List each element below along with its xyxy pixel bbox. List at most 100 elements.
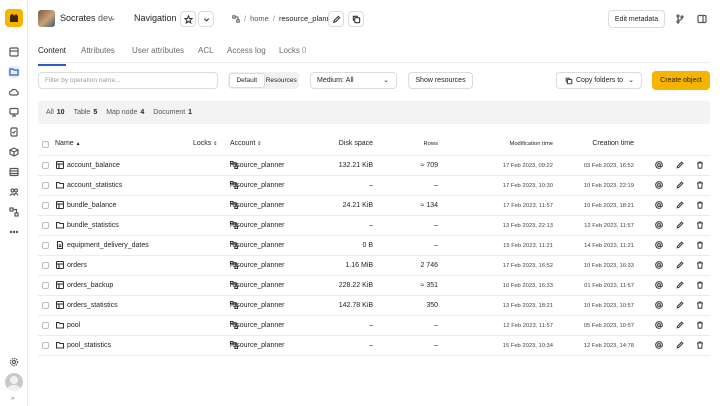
- row-account[interactable]: resource_planner: [230, 162, 284, 169]
- tab-acl[interactable]: ACL: [198, 46, 214, 66]
- table-row[interactable]: orders resource_planner 1.16 MiB 2 746 1…: [38, 255, 710, 275]
- favorites-dropdown-button[interactable]: [198, 11, 214, 27]
- edit-icon[interactable]: [676, 321, 684, 329]
- row-checkbox[interactable]: [42, 342, 49, 349]
- sidebar-task-icon[interactable]: [8, 126, 20, 138]
- row-name[interactable]: equipment_delivery_dates: [67, 242, 149, 249]
- sidebar-navigation-icon[interactable]: [8, 66, 20, 78]
- select-all-checkbox[interactable]: [42, 141, 49, 148]
- tab-attributes[interactable]: Attributes: [81, 46, 115, 66]
- filter-input[interactable]: [38, 72, 218, 89]
- row-account[interactable]: resource_planner: [230, 202, 284, 209]
- user-avatar[interactable]: [5, 373, 23, 391]
- table-row[interactable]: account_balance resource_planner 132.21 …: [38, 155, 710, 175]
- copy-path-icon[interactable]: [655, 241, 663, 249]
- column-creation-time[interactable]: Creation time: [558, 140, 634, 147]
- branch-icon[interactable]: [675, 14, 685, 24]
- tab-content[interactable]: Content: [38, 46, 67, 66]
- tab-access-log[interactable]: Access log: [227, 46, 266, 66]
- sidebar-users-icon[interactable]: [8, 186, 20, 198]
- column-name[interactable]: Name ▲: [55, 140, 81, 147]
- table-row[interactable]: bundle_balance resource_planner 24.21 Ki…: [38, 195, 710, 215]
- row-checkbox[interactable]: [42, 202, 49, 209]
- row-checkbox[interactable]: [42, 182, 49, 189]
- row-name[interactable]: account_statistics: [67, 182, 122, 189]
- column-account[interactable]: Account ⇕: [230, 140, 261, 147]
- summary-all[interactable]: All 10: [46, 109, 65, 116]
- delete-icon[interactable]: [696, 341, 704, 349]
- sidebar-settings-icon[interactable]: [8, 356, 20, 368]
- delete-icon[interactable]: [696, 301, 704, 309]
- delete-icon[interactable]: [696, 261, 704, 269]
- row-checkbox[interactable]: [42, 162, 49, 169]
- medium-select[interactable]: Medium: All ⌄: [310, 72, 397, 89]
- create-object-button[interactable]: Create object: [652, 71, 710, 90]
- cluster-avatar[interactable]: [38, 10, 55, 27]
- row-checkbox[interactable]: [42, 282, 49, 289]
- copy-path-icon[interactable]: [655, 301, 663, 309]
- column-disk-space[interactable]: Disk space: [328, 140, 373, 147]
- row-account[interactable]: resource_planner: [230, 302, 284, 309]
- row-name[interactable]: orders: [67, 262, 87, 269]
- table-row[interactable]: equipment_delivery_dates resource_planne…: [38, 235, 710, 255]
- row-account[interactable]: resource_planner: [230, 222, 284, 229]
- row-account[interactable]: resource_planner: [230, 342, 284, 349]
- edit-icon[interactable]: [676, 301, 684, 309]
- sidebar-cloud-icon[interactable]: [8, 86, 20, 98]
- delete-icon[interactable]: [696, 181, 704, 189]
- sidebar-dashboard-icon[interactable]: [8, 46, 20, 58]
- breadcrumb-item[interactable]: home: [250, 14, 269, 23]
- row-name[interactable]: bundle_balance: [67, 202, 116, 209]
- cluster-selector[interactable]: Socrates dev: [60, 13, 113, 23]
- row-checkbox[interactable]: [42, 302, 49, 309]
- edit-metadata-button[interactable]: Edit metadata: [608, 10, 665, 28]
- delete-icon[interactable]: [696, 221, 704, 229]
- copy-path-button[interactable]: [348, 11, 364, 27]
- copy-path-icon[interactable]: [655, 281, 663, 289]
- favorite-button[interactable]: [180, 11, 196, 27]
- delete-icon[interactable]: [696, 321, 704, 329]
- row-checkbox[interactable]: [42, 222, 49, 229]
- copy-path-icon[interactable]: [655, 181, 663, 189]
- copy-path-icon[interactable]: [655, 261, 663, 269]
- sidebar-monitor-icon[interactable]: [8, 106, 20, 118]
- copy-path-icon[interactable]: [655, 341, 663, 349]
- copy-path-icon[interactable]: [655, 161, 663, 169]
- sidebar-more-icon[interactable]: [8, 226, 20, 238]
- tab-user-attributes[interactable]: User attributes: [132, 46, 184, 66]
- edit-icon[interactable]: [676, 341, 684, 349]
- delete-icon[interactable]: [696, 161, 704, 169]
- row-name[interactable]: bundle_statistics: [67, 222, 119, 229]
- chevron-down-icon[interactable]: ⌄: [110, 14, 116, 22]
- row-name[interactable]: pool_statistics: [67, 342, 111, 349]
- edit-icon[interactable]: [676, 221, 684, 229]
- expand-sidebar-icon[interactable]: »: [11, 396, 14, 402]
- row-name[interactable]: pool: [67, 322, 80, 329]
- table-row[interactable]: account_statistics resource_planner – – …: [38, 175, 710, 195]
- copy-path-icon[interactable]: [655, 201, 663, 209]
- row-name[interactable]: account_balance: [67, 162, 120, 169]
- sidebar-pipeline-icon[interactable]: [8, 206, 20, 218]
- root-node-icon[interactable]: [232, 14, 240, 23]
- app-logo[interactable]: [5, 9, 23, 27]
- table-row[interactable]: orders_backup resource_planner 228.22 Ki…: [38, 275, 710, 295]
- delete-icon[interactable]: [696, 201, 704, 209]
- delete-icon[interactable]: [696, 241, 704, 249]
- edit-icon[interactable]: [676, 281, 684, 289]
- column-modification-time[interactable]: Modification time: [478, 141, 554, 147]
- copy-path-icon[interactable]: [655, 321, 663, 329]
- row-checkbox[interactable]: [42, 242, 49, 249]
- row-checkbox[interactable]: [42, 322, 49, 329]
- table-row[interactable]: pool_statistics resource_planner – – 15 …: [38, 335, 710, 355]
- summary-map-node[interactable]: Map node 4: [106, 109, 144, 116]
- edit-icon[interactable]: [676, 201, 684, 209]
- copy-folders-button[interactable]: Copy folders to ⌄: [556, 72, 642, 89]
- edit-icon[interactable]: [676, 161, 684, 169]
- summary-document[interactable]: Document 1: [153, 109, 192, 116]
- view-mode-default[interactable]: Default: [229, 73, 265, 88]
- edit-icon[interactable]: [676, 261, 684, 269]
- show-resources-button[interactable]: Show resources: [408, 72, 473, 89]
- edit-path-button[interactable]: [328, 11, 344, 27]
- copy-path-icon[interactable]: [655, 221, 663, 229]
- column-rows[interactable]: Rows: [398, 141, 439, 147]
